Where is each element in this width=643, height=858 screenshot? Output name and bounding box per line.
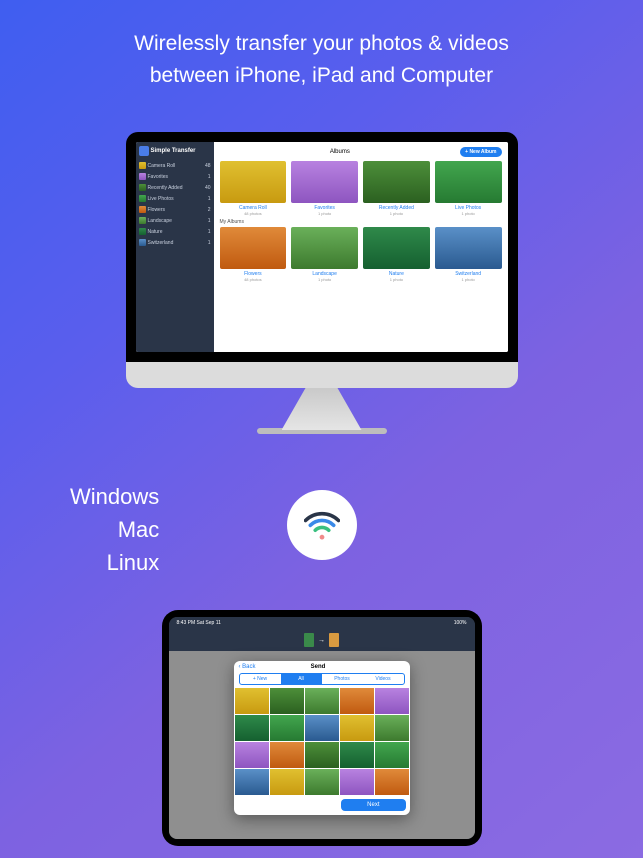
photo-thumb[interactable] (270, 742, 304, 768)
sidebar-item[interactable]: Switzerland1 (139, 237, 211, 248)
device-target-icon (329, 633, 339, 647)
photo-thumb[interactable] (305, 688, 339, 714)
modal-title: Send (311, 664, 326, 670)
photo-grid (234, 688, 410, 795)
desktop-sidebar: Simple Transfer Camera Roll48 Favorites1… (136, 142, 214, 352)
desktop-mockup: Simple Transfer Camera Roll48 Favorites1… (126, 132, 518, 434)
tab-all[interactable]: All (281, 674, 322, 684)
album-card[interactable]: Camera Roll48 photos (220, 161, 287, 216)
ipad-status-bar: 8:43 PM Sat Sep 11100% (169, 617, 475, 629)
sidebar-item[interactable]: Camera Roll48 (139, 160, 211, 171)
album-card[interactable]: Nature1 photo (363, 227, 430, 282)
photo-thumb[interactable] (375, 769, 409, 795)
photo-thumb[interactable] (270, 769, 304, 795)
tab-new[interactable]: + New (240, 674, 281, 684)
photo-thumb[interactable] (305, 769, 339, 795)
album-card[interactable]: Landscape1 photo (291, 227, 358, 282)
app-title: Simple Transfer (139, 146, 211, 156)
album-card[interactable]: Recently Added1 photo (363, 161, 430, 216)
photo-thumb[interactable] (270, 688, 304, 714)
app-logo-icon (139, 146, 149, 156)
photo-thumb[interactable] (340, 715, 374, 741)
next-button[interactable]: Next (341, 799, 405, 811)
photo-thumb[interactable] (340, 742, 374, 768)
os-list: Windows Mac Linux (70, 480, 159, 579)
photo-thumb[interactable] (270, 715, 304, 741)
os-mac: Mac (70, 513, 159, 546)
photo-thumb[interactable] (235, 742, 269, 768)
sidebar-item[interactable]: Nature1 (139, 226, 211, 237)
photo-thumb[interactable] (340, 769, 374, 795)
device-source-icon (304, 633, 314, 647)
back-button[interactable]: ‹ Back (239, 664, 256, 670)
album-card[interactable]: Live Photos1 photo (435, 161, 502, 216)
sidebar-item[interactable]: Favorites1 (139, 171, 211, 182)
wifi-icon (287, 490, 357, 560)
os-linux: Linux (70, 546, 159, 579)
my-albums-label: My Albums (220, 219, 502, 225)
photo-thumb[interactable] (305, 715, 339, 741)
headline-line1: Wirelessly transfer your photos & videos (30, 28, 613, 60)
main-title: Albums (330, 149, 350, 155)
album-card[interactable]: Flowers48 photos (220, 227, 287, 282)
tab-photos[interactable]: Photos (322, 674, 363, 684)
photo-thumb[interactable] (375, 715, 409, 741)
desktop-main: Albums + New Album Camera Roll48 photos … (214, 142, 508, 352)
os-windows: Windows (70, 480, 159, 513)
sidebar-item[interactable]: Live Photos1 (139, 193, 211, 204)
sidebar-item[interactable]: Landscape1 (139, 215, 211, 226)
album-card[interactable]: Switzerland1 photo (435, 227, 502, 282)
tab-videos[interactable]: Videos (363, 674, 404, 684)
photo-thumb[interactable] (375, 688, 409, 714)
sidebar-item[interactable]: Recently Added40 (139, 182, 211, 193)
photo-thumb[interactable] (305, 742, 339, 768)
photo-thumb[interactable] (375, 742, 409, 768)
ipad-header: → (169, 629, 475, 651)
send-modal: ‹ Back Send + New All Photos Videos (234, 661, 410, 815)
photo-thumb[interactable] (235, 688, 269, 714)
ipad-mockup: 8:43 PM Sat Sep 11100% → ‹ Back Send + N… (162, 610, 482, 846)
headline-line2: between iPhone, iPad and Computer (30, 60, 613, 92)
sidebar-item[interactable]: Flowers2 (139, 204, 211, 215)
photo-thumb[interactable] (235, 715, 269, 741)
headline: Wirelessly transfer your photos & videos… (0, 0, 643, 99)
photo-thumb[interactable] (340, 688, 374, 714)
modal-tabs: + New All Photos Videos (239, 673, 405, 685)
album-card[interactable]: Favorites1 photo (291, 161, 358, 216)
new-album-button[interactable]: + New Album (460, 147, 501, 157)
photo-thumb[interactable] (235, 769, 269, 795)
